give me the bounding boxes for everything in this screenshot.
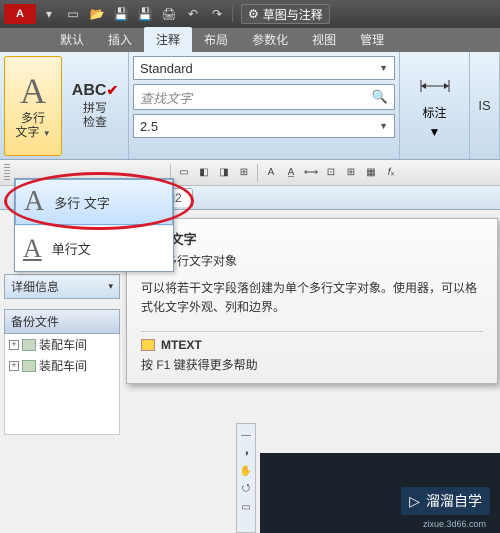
letter-a-icon: A (20, 73, 46, 109)
dim-label: 标注 (422, 104, 446, 121)
nav-btn-3[interactable]: ✋ (239, 464, 253, 478)
ribbon-tabs: 默认 插入 注释 布局 参数化 视图 管理 (0, 28, 500, 52)
chevron-down-icon: ▼ (43, 129, 51, 138)
undo-icon[interactable]: ↶ (182, 4, 204, 24)
dropdown-label: 单行文 (52, 239, 91, 258)
workspace-switcher[interactable]: ⚙ 草图与注释 (241, 4, 330, 24)
letter-a-underline-icon: A (23, 234, 42, 264)
app-logo[interactable]: A (4, 4, 36, 24)
nav-btn-5[interactable]: ▭ (239, 500, 253, 514)
tb-btn-10[interactable]: ▦ (362, 164, 380, 182)
dimension-icon[interactable] (417, 72, 453, 100)
panel-textstyle: Standard ▼ 查找文字 🔍 2.5 ▼ (129, 52, 400, 159)
save-icon[interactable]: 💾 (110, 4, 132, 24)
tooltip-title: 多行 文字 (141, 229, 483, 248)
spell-label: 拼写 检查 (83, 101, 107, 130)
tooltip-description: 可以将若干文字段落创建为单个多行文字对象。使用器，可以格式化文字外观、列和边界。 (141, 279, 483, 317)
tooltip-popup: 多行 文字 创建多行文字对象 可以将若干文字段落创建为单个多行文字对象。使用器，… (126, 218, 498, 384)
dropdown-item-mtext[interactable]: A 多行 文字 (15, 179, 173, 225)
nav-tool-strip: — ◑ ✋ ⭯ ▭ (236, 423, 256, 533)
letter-a-icon: A (24, 186, 44, 218)
chevron-down-icon: ▼ (429, 125, 441, 139)
tab-layout[interactable]: 布局 (192, 27, 240, 52)
tooltip-command: MTEXT (141, 338, 483, 352)
tooltip-subtitle: 创建多行文字对象 (141, 252, 483, 269)
panel-dimension: 标注 ▼ (400, 52, 470, 159)
tab-parametric[interactable]: 参数化 (240, 27, 300, 52)
details-pane-title[interactable]: 详细信息 ▾ (4, 274, 120, 299)
qat-dropdown-icon[interactable]: ▾ (38, 4, 60, 24)
tb-btn-8[interactable]: ⊡ (322, 164, 340, 182)
mtext-dropdown: A 多行 文字 A 单行文 (14, 178, 174, 272)
text-height-combo[interactable]: 2.5 ▼ (133, 114, 395, 138)
details-pane: 详细信息 ▾ (4, 274, 120, 529)
play-icon: ▷ (409, 493, 420, 510)
find-placeholder: 查找文字 (140, 88, 192, 107)
command-name: MTEXT (161, 338, 202, 352)
text-style-value: Standard (140, 61, 193, 76)
plot-icon[interactable]: 🖨 (158, 4, 180, 24)
watermark-text: 溜溜自学 (426, 491, 482, 511)
tb-btn-3[interactable]: ◨ (215, 164, 233, 182)
mtext-label: 多行 文字 ▼ (15, 111, 50, 140)
tb-btn-6[interactable]: A̲ (282, 164, 300, 182)
tab-default[interactable]: 默认 (48, 27, 96, 52)
watermark-sub: zixue.3d66.com (423, 519, 486, 529)
find-text-input[interactable]: 查找文字 🔍 (133, 84, 395, 110)
chevron-down-icon: ▾ (108, 281, 113, 292)
tooltip-divider (141, 331, 483, 332)
chevron-down-icon: ▼ (379, 63, 388, 73)
tb-btn-9[interactable]: ⊞ (342, 164, 360, 182)
ribbon: A 多行 文字 ▼ ABC✔ 拼写 检查 Standard ▼ 查找 (0, 52, 500, 160)
nav-btn-2[interactable]: ◑ (239, 446, 253, 460)
dropdown-item-dtext[interactable]: A 单行文 (15, 225, 173, 271)
watermark: ▷ 溜溜自学 (401, 487, 490, 515)
iso-label: IS (478, 98, 490, 113)
spellcheck-button[interactable]: ABC✔ 拼写 检查 (66, 56, 124, 156)
toolbar-grip[interactable] (4, 164, 10, 182)
tb-btn-5[interactable]: A (262, 164, 280, 182)
panel-text: A 多行 文字 ▼ ABC✔ 拼写 检查 (0, 52, 129, 159)
new-icon[interactable]: ▭ (62, 4, 84, 24)
redo-icon[interactable]: ↷ (206, 4, 228, 24)
abc-icon: ABC✔ (72, 83, 118, 99)
search-abc-icon: 🔍 (372, 89, 388, 105)
tab-view[interactable]: 视图 (300, 27, 348, 52)
tb-btn-11[interactable]: 𝑓ₓ (382, 164, 400, 182)
open-icon[interactable]: 📂 (86, 4, 108, 24)
text-style-combo[interactable]: Standard ▼ (133, 56, 395, 80)
mtext-button[interactable]: A 多行 文字 ▼ (4, 56, 62, 156)
tb-btn-7[interactable]: ⟷ (302, 164, 320, 182)
panel-iso: IS (470, 52, 500, 159)
gear-icon: ⚙ (248, 7, 259, 21)
details-title-text: 详细信息 (11, 278, 59, 295)
chevron-down-icon: ▼ (379, 121, 388, 131)
command-icon (141, 339, 155, 351)
text-height-value: 2.5 (140, 119, 158, 134)
tooltip-f1-hint: 按 F1 键获得更多帮助 (141, 356, 483, 373)
saveas-icon[interactable]: 💾 (134, 4, 156, 24)
tab-annotate[interactable]: 注释 (144, 27, 192, 52)
title-bar: A ▾ ▭ 📂 💾 💾 🖨 ↶ ↷ ⚙ 草图与注释 (0, 0, 500, 28)
workspace-label: 草图与注释 (263, 6, 323, 23)
tb-btn-1[interactable]: ▭ (175, 164, 193, 182)
nav-btn-4[interactable]: ⭯ (239, 482, 253, 496)
dropdown-label: 多行 文字 (54, 193, 110, 212)
toolbar-separator (257, 164, 258, 182)
tab-insert[interactable]: 插入 (96, 27, 144, 52)
tb-btn-2[interactable]: ◧ (195, 164, 213, 182)
nav-btn-1[interactable]: — (239, 428, 253, 442)
tab-manage[interactable]: 管理 (348, 27, 396, 52)
tb-btn-4[interactable]: ⊞ (235, 164, 253, 182)
qat-divider (232, 6, 233, 22)
